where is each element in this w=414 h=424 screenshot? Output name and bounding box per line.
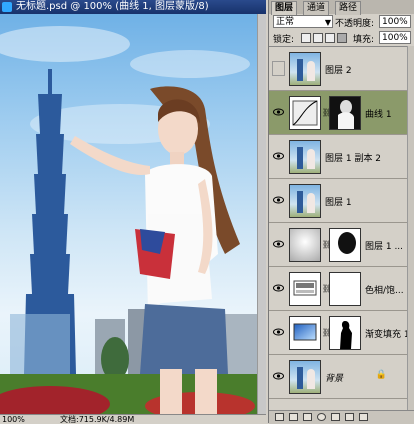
new-layer-icon[interactable] xyxy=(345,413,354,421)
adjustment-layer-icon[interactable] xyxy=(317,413,326,421)
lock-position-icon[interactable] xyxy=(325,33,335,43)
image-canvas[interactable] xyxy=(0,14,257,414)
gradient-fill-icon xyxy=(289,316,321,350)
blend-mode-value: 正常 xyxy=(276,17,295,27)
layer-name: 渐变填充 1 xyxy=(365,330,410,340)
tab-channels[interactable]: 通道 xyxy=(303,1,330,15)
layer-name: 背景 xyxy=(325,374,344,384)
layer-mask-thumbnail[interactable] xyxy=(329,228,361,262)
lock-icon: 🔒 xyxy=(375,370,387,380)
layers-list: 图层 2 ⛓ 曲线 1 图层 1 副本 2 图层 1 ⛓ 图层 1 ... ⛓ … xyxy=(269,46,410,411)
panel-tabs: 图层 通道 路径 xyxy=(269,0,414,15)
opacity-input[interactable]: 100% xyxy=(379,15,411,28)
curves-icon xyxy=(289,96,321,130)
photoshop-icon xyxy=(2,2,12,12)
lock-row: 锁定: 填充: 100% xyxy=(273,31,413,45)
fill-input[interactable]: 100% xyxy=(379,31,411,44)
link-icon[interactable]: ⛓ xyxy=(322,108,332,118)
document-title: 无标题.psd @ 100% (曲线 1, 图层蒙版/8) xyxy=(16,1,209,12)
layer-thumbnail xyxy=(289,228,321,262)
hue-saturation-icon xyxy=(289,272,321,306)
layers-scrollbar[interactable] xyxy=(407,46,414,410)
lock-label: 锁定: xyxy=(273,35,295,45)
layer-row[interactable]: 图层 1 副本 2 xyxy=(269,135,407,179)
layer-name: 曲线 1 xyxy=(365,110,392,120)
delete-layer-icon[interactable] xyxy=(359,413,368,421)
eye-icon[interactable] xyxy=(273,151,284,161)
layer-name: 图层 1 ... xyxy=(365,242,404,252)
layer-name: 图层 2 xyxy=(325,66,352,76)
blend-row: 正常 ▼ 不透明度: 100% xyxy=(273,15,413,29)
link-icon[interactable]: ⛓ xyxy=(322,284,332,294)
lock-all-icon[interactable] xyxy=(337,33,347,43)
visibility-toggle[interactable] xyxy=(272,61,285,76)
layer-row[interactable]: ⛓ 曲线 1 xyxy=(269,91,407,135)
layer-thumbnail xyxy=(289,184,321,218)
layer-mask-thumbnail[interactable] xyxy=(329,272,361,306)
layer-row[interactable]: ⛓ 图层 1 ... xyxy=(269,223,407,267)
layers-bottom-toolbar xyxy=(269,410,414,424)
lock-transparency-icon[interactable] xyxy=(301,33,311,43)
layer-name: 色相/饱... xyxy=(365,286,404,296)
layer-row[interactable]: 图层 2 xyxy=(269,47,407,91)
link-layers-icon[interactable] xyxy=(275,413,284,421)
layer-thumbnail xyxy=(289,140,321,174)
eye-icon[interactable] xyxy=(273,239,284,249)
layer-row[interactable]: ⛓ 色相/饱... xyxy=(269,267,407,311)
link-icon[interactable]: ⛓ xyxy=(322,328,332,338)
opacity-label: 不透明度: xyxy=(335,19,375,29)
layer-name: 图层 1 副本 2 xyxy=(325,154,382,164)
layer-row[interactable]: 背景 🔒 xyxy=(269,355,407,399)
layers-panel: 图层 通道 路径 正常 ▼ 不透明度: 100% 锁定: 填充: 100% 图层… xyxy=(268,0,414,424)
canvas-image xyxy=(0,26,257,414)
eye-icon[interactable] xyxy=(273,195,284,205)
eye-icon[interactable] xyxy=(273,371,284,381)
document-title-bar[interactable]: 无标题.psd @ 100% (曲线 1, 图层蒙版/8) xyxy=(0,0,266,14)
tab-layers[interactable]: 图层 xyxy=(271,1,298,15)
layer-mask-thumbnail[interactable] xyxy=(329,96,361,130)
layer-name: 图层 1 xyxy=(325,198,352,208)
document-window: 无标题.psd @ 100% (曲线 1, 图层蒙版/8) 100% 文档:71… xyxy=(0,0,266,424)
eye-icon[interactable] xyxy=(273,327,284,337)
layer-row[interactable]: ⛓ 渐变填充 1 xyxy=(269,311,410,355)
link-icon[interactable]: ⛓ xyxy=(322,240,332,250)
new-group-icon[interactable] xyxy=(331,413,340,421)
fill-label: 填充: xyxy=(353,35,375,45)
layer-mask-thumbnail[interactable] xyxy=(329,316,361,350)
eye-icon[interactable] xyxy=(273,107,284,117)
layer-thumbnail xyxy=(289,360,321,394)
canvas-scrollbar[interactable] xyxy=(257,14,266,414)
lock-pixels-icon[interactable] xyxy=(313,33,323,43)
eye-icon[interactable] xyxy=(273,283,284,293)
blend-mode-select[interactable]: 正常 ▼ xyxy=(273,15,333,28)
layer-style-icon[interactable] xyxy=(289,413,298,421)
add-mask-icon[interactable] xyxy=(303,413,312,421)
chevron-down-icon: ▼ xyxy=(324,18,331,27)
tab-paths[interactable]: 路径 xyxy=(335,1,362,15)
layer-thumbnail xyxy=(289,52,321,86)
layer-row[interactable]: 图层 1 xyxy=(269,179,407,223)
